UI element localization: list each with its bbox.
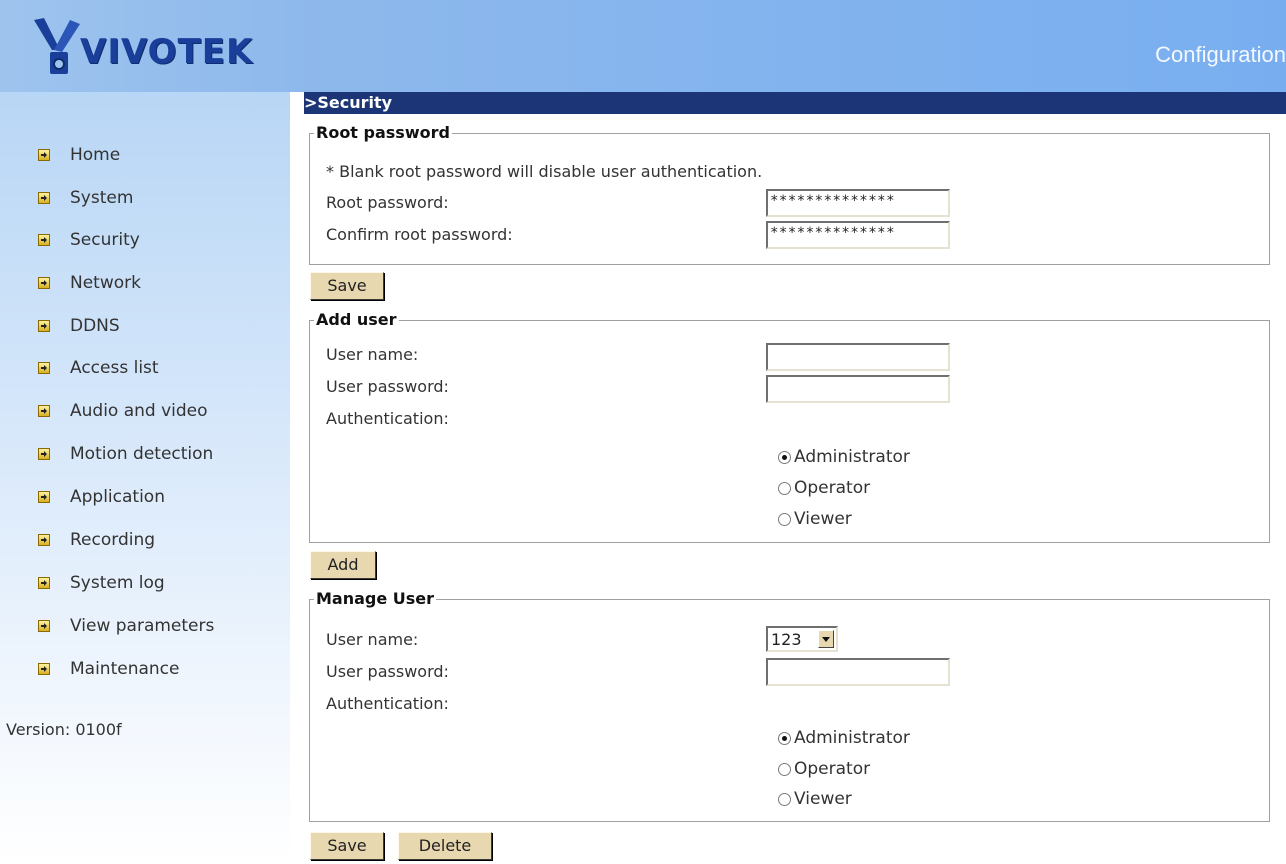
add-user-radio-operator[interactable]: Operator [778, 478, 870, 498]
manage-user-password-input[interactable] [766, 658, 950, 686]
radio-checked-icon[interactable] [778, 731, 791, 745]
sidebar-item-system-log[interactable]: System log [38, 572, 165, 594]
sidebar-item-label: Maintenance [70, 659, 180, 679]
manage-username-select[interactable]: 123 [766, 626, 838, 652]
add-user-radio-administrator[interactable]: Administrator [778, 447, 910, 467]
sidebar-item-network[interactable]: Network [38, 272, 141, 294]
add-user-password-label: User password: [326, 377, 449, 396]
section-title-bar: >Security [304, 92, 1286, 114]
save-manage-user-button[interactable]: Save [310, 832, 384, 860]
manage-user-legend: Manage User [314, 589, 437, 608]
arrow-right-icon [38, 491, 50, 503]
radio-label: Administrator [794, 447, 910, 467]
sidebar-item-label: Network [70, 273, 141, 293]
arrow-right-icon [38, 234, 50, 246]
sidebar-item-label: Access list [70, 358, 159, 378]
add-user-password-input[interactable] [766, 375, 950, 403]
sidebar-item-label: Recording [70, 530, 156, 550]
manage-user-radio-operator[interactable]: Operator [778, 759, 870, 779]
root-password-label: Root password: [326, 193, 449, 212]
radio-label: Administrator [794, 728, 910, 748]
arrow-right-icon [38, 663, 50, 675]
sidebar-item-label: Security [70, 230, 140, 250]
radio-label: Operator [794, 478, 871, 498]
add-username-input[interactable] [766, 343, 950, 371]
version-label: Version: 0100f [6, 720, 122, 739]
arrow-right-icon [38, 362, 50, 374]
select-value: 123 [771, 629, 802, 649]
arrow-right-icon [38, 577, 50, 589]
radio-unchecked-icon[interactable] [778, 481, 791, 495]
header-banner: VIVOTEK Configuration [0, 0, 1286, 92]
sidebar-item-ddns[interactable]: DDNS [38, 315, 120, 337]
root-password-group: Root password * Blank root password will… [309, 123, 1270, 265]
radio-checked-icon[interactable] [778, 450, 791, 464]
sidebar-item-label: Application [70, 487, 165, 507]
radio-label: Viewer [794, 789, 852, 809]
add-user-legend: Add user [314, 310, 399, 329]
sidebar-item-home[interactable]: Home [38, 144, 120, 166]
delete-user-button[interactable]: Delete [398, 832, 492, 860]
sidebar-item-view-parameters[interactable]: View parameters [38, 615, 214, 637]
sidebar-item-label: System log [70, 573, 165, 593]
arrow-right-icon [38, 448, 50, 460]
page-title: Configuration [1155, 42, 1286, 67]
radio-unchecked-icon[interactable] [778, 792, 791, 806]
add-user-button[interactable]: Add [310, 551, 376, 579]
manage-user-group: Manage User User name: 123 User password… [309, 589, 1270, 822]
add-username-label: User name: [326, 345, 419, 364]
radio-label: Operator [794, 759, 871, 779]
sidebar-item-label: Home [70, 145, 121, 165]
sidebar-item-label: Motion detection [70, 444, 214, 464]
arrow-right-icon [38, 277, 50, 289]
sidebar-item-recording[interactable]: Recording [38, 529, 155, 551]
blank-password-note: * Blank root password will disable user … [326, 162, 763, 181]
sidebar-item-access-list[interactable]: Access list [38, 357, 159, 379]
root-password-input[interactable]: ************** [766, 189, 950, 217]
sidebar-item-label: Audio and video [70, 401, 208, 421]
save-root-password-button[interactable]: Save [310, 272, 384, 300]
add-user-authentication-label: Authentication: [326, 409, 449, 428]
sidebar-item-label: DDNS [70, 316, 120, 336]
arrow-right-icon [38, 192, 50, 204]
arrow-right-icon [38, 405, 50, 417]
arrow-right-icon [38, 534, 50, 546]
arrow-right-icon [38, 320, 50, 332]
manage-user-radio-viewer[interactable]: Viewer [778, 789, 852, 809]
manage-user-authentication-label: Authentication: [326, 694, 449, 713]
confirm-root-password-input[interactable]: ************** [766, 221, 950, 249]
sidebar-item-motion-detection[interactable]: Motion detection [38, 443, 213, 465]
sidebar-item-label: View parameters [70, 616, 215, 636]
arrow-right-icon [38, 149, 50, 161]
logo-text: VIVOTEK [80, 32, 254, 72]
manage-username-label: User name: [326, 630, 419, 649]
sidebar-item-security[interactable]: Security [38, 229, 140, 251]
sidebar-item-label: System [70, 188, 134, 208]
arrow-right-icon [38, 620, 50, 632]
confirm-root-password-label: Confirm root password: [326, 225, 513, 244]
manage-user-password-label: User password: [326, 662, 449, 681]
sidebar-item-system[interactable]: System [38, 187, 133, 209]
sidebar-item-application[interactable]: Application [38, 486, 165, 508]
sidebar-item-maintenance[interactable]: Maintenance [38, 658, 179, 680]
manage-user-radio-administrator[interactable]: Administrator [778, 728, 910, 748]
radio-label: Viewer [794, 509, 852, 529]
sidebar-item-audio-and-video[interactable]: Audio and video [38, 400, 208, 422]
add-user-radio-viewer[interactable]: Viewer [778, 509, 852, 529]
sidebar-nav: Home System Security Network DDNS Access… [0, 92, 290, 864]
radio-unchecked-icon[interactable] [778, 512, 791, 526]
add-user-group: Add user User name: User password: Authe… [309, 310, 1270, 543]
radio-unchecked-icon[interactable] [778, 762, 791, 776]
chevron-down-icon[interactable] [818, 630, 834, 648]
root-password-legend: Root password [314, 123, 452, 142]
